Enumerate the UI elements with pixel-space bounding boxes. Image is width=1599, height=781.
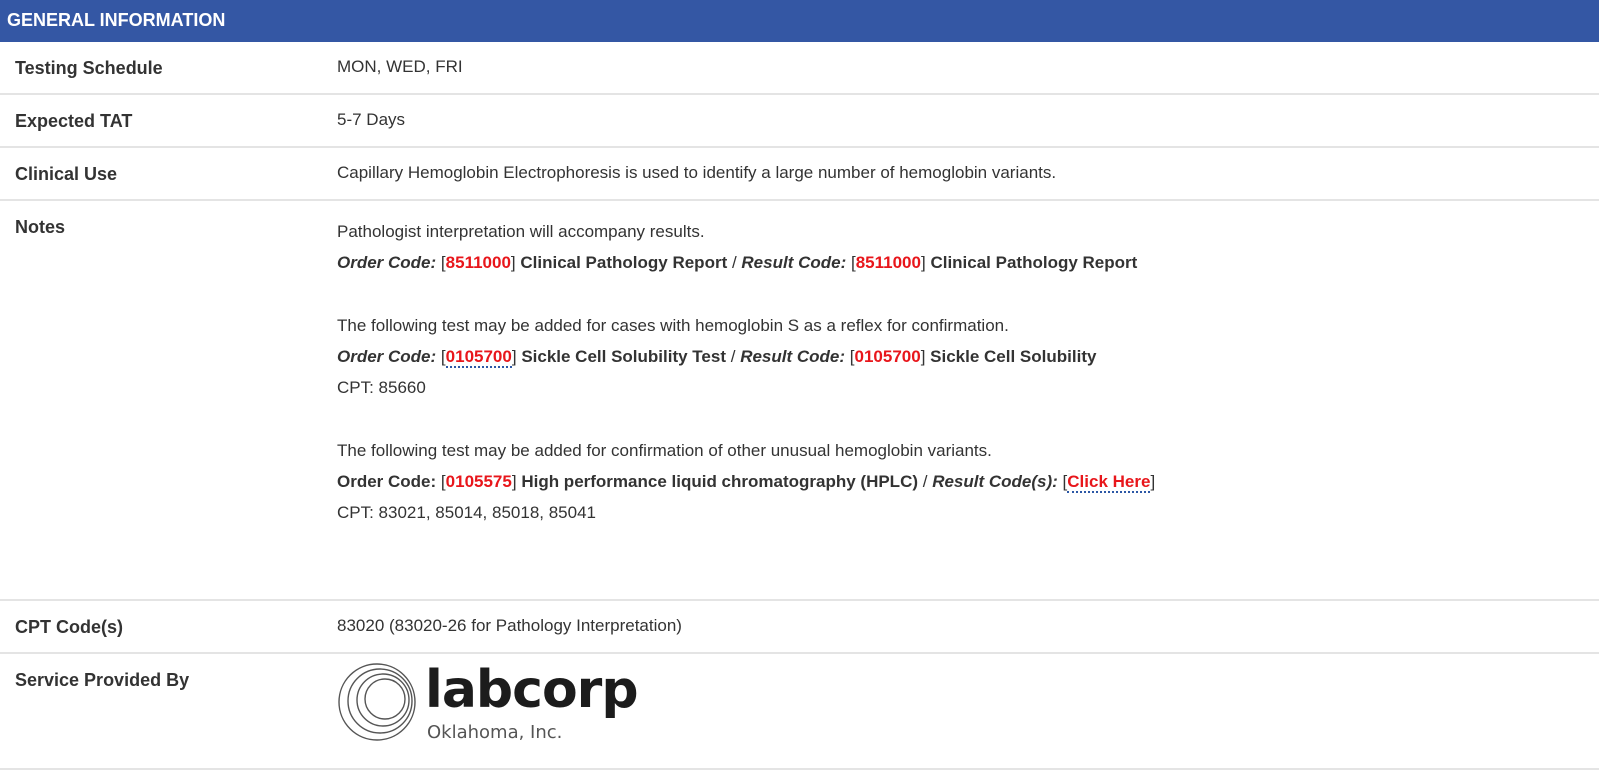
order-name: High performance liquid chromatography (… [521,472,919,491]
click-here-link[interactable]: Click Here [1067,472,1151,493]
result-name: Clinical Pathology Report [930,253,1138,272]
separator: / [727,253,742,272]
logo-subtitle: Oklahoma, Inc. [427,722,563,743]
order-code-label: Order Code: [337,347,437,366]
labcorp-rings-icon [338,663,416,741]
order-code: 0105575 [445,472,512,491]
section-title: GENERAL INFORMATION [7,10,226,30]
result-name: Sickle Cell Solubility [930,347,1097,366]
bracket: ] [1150,472,1156,491]
row-service-provided-by: Service Provided By labcorp Oklahoma, In… [0,654,1599,770]
order-result-line: Order Code: [8511000] Clinical Pathology… [337,247,1599,278]
order-code-label: Order Code: [337,253,437,272]
logo-name: labcorp [425,660,639,720]
notes-text: Pathologist interpretation will accompan… [337,222,705,241]
notes-content: Pathologist interpretation will accompan… [337,201,1599,599]
row-label: Service Provided By [15,670,190,690]
notes-text: The following test may be added for conf… [337,441,992,460]
order-code: 8511000 [445,253,511,272]
bracket: ] [920,253,926,272]
bracket: ] [510,253,516,272]
row-label: Expected TAT [15,111,133,131]
row-notes: Notes Pathologist interpretation will ac… [0,201,1599,601]
order-code-label: Order Code: [337,472,437,491]
result-code: 0105700 [854,347,921,366]
row-cpt-codes: CPT Code(s) 83020 (83020-26 for Patholog… [0,601,1599,654]
separator: / [918,472,933,491]
section-header: GENERAL INFORMATION [0,0,1599,42]
row-value: MON, WED, FRI [337,57,463,76]
separator: / [726,347,741,366]
row-value: 5-7 Days [337,110,406,129]
row-label: Clinical Use [15,164,118,184]
result-code: 8511000 [855,253,921,272]
notes-text: The following test may be added for case… [337,316,1009,335]
bracket: ] [511,472,517,491]
row-label: Testing Schedule [15,58,163,78]
order-name: Clinical Pathology Report [520,253,728,272]
row-testing-schedule: Testing Schedule MON, WED, FRI [0,42,1599,95]
order-result-line: Order Code: [0105575] High performance l… [337,466,1599,497]
bracket: ] [511,347,517,366]
labcorp-logo: labcorp Oklahoma, Inc. [337,654,1599,744]
row-clinical-use: Clinical Use Capillary Hemoglobin Electr… [0,148,1599,201]
cpt-text: CPT: 83021, 85014, 85018, 85041 [337,503,596,522]
order-result-line: Order Code: [0105700] Sickle Cell Solubi… [337,341,1599,372]
order-code-link[interactable]: 0105700 [445,347,512,368]
row-expected-tat: Expected TAT 5-7 Days [0,95,1599,148]
order-name: Sickle Cell Solubility Test [521,347,727,366]
bracket: [ [440,347,446,366]
row-label: CPT Code(s) [15,617,123,637]
row-value: Capillary Hemoglobin Electrophoresis is … [337,163,1057,182]
cpt-text: CPT: 85660 [337,378,426,397]
row-value: labcorp Oklahoma, Inc. [337,654,1599,768]
result-code-label: Result Code: [740,347,846,366]
row-label: Notes [15,217,66,237]
result-code-label: Result Code(s): [932,472,1058,491]
row-value: 83020 (83020-26 for Pathology Interpreta… [337,616,682,635]
bracket: ] [920,347,926,366]
result-code-label: Result Code: [741,253,847,272]
